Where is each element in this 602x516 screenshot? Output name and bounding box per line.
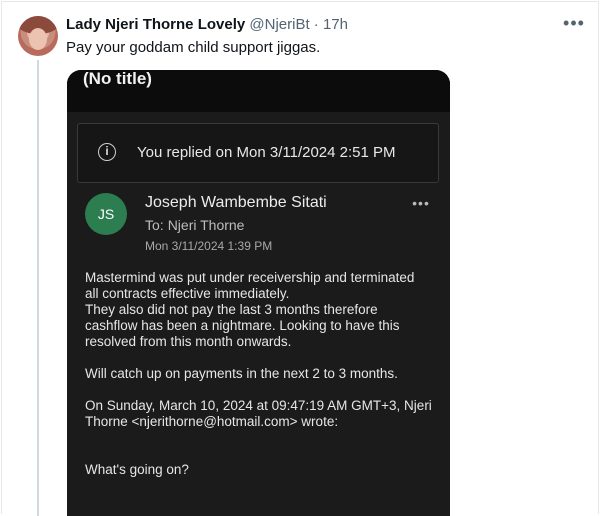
email-body-gap xyxy=(85,382,435,398)
sender-avatar: JS xyxy=(85,193,127,235)
tweet-header: Lady Njeri Thorne Lovely @NjeriBt · 17h xyxy=(66,16,348,34)
author-name[interactable]: Lady Njeri Thorne Lovely xyxy=(66,16,245,33)
info-icon: i xyxy=(98,143,116,161)
to-label: To: xyxy=(145,217,164,233)
tweet-text: Pay your goddam child support jiggas. xyxy=(66,39,321,56)
email-body-line: Mastermind was put under receivership an… xyxy=(85,270,415,285)
author-handle[interactable]: @NjeriBt xyxy=(249,16,309,33)
email-body-line: all contracts effective immediately. xyxy=(85,286,290,301)
email-body-gap xyxy=(85,430,435,446)
author-avatar[interactable] xyxy=(18,16,58,56)
email-title: (No title) xyxy=(83,70,152,88)
email-body-line: Will catch up on payments in the next 2 … xyxy=(85,366,398,381)
email-body-line: resolved from this month onwards. xyxy=(85,334,292,349)
header-separator: · xyxy=(313,16,319,33)
reply-notice-text: You replied on Mon 3/11/2024 2:51 PM xyxy=(137,144,396,161)
more-horizontal-icon[interactable]: ••• xyxy=(560,12,588,36)
message-more-icon: ••• xyxy=(412,195,430,211)
sent-date: Mon 3/11/2024 1:39 PM xyxy=(145,239,273,253)
reply-notice: i You replied on Mon 3/11/2024 2:51 PM xyxy=(77,123,439,183)
thread-line xyxy=(37,60,39,516)
email-body-gap xyxy=(85,350,435,366)
recipient-line: To: Njeri Thorne xyxy=(145,217,244,234)
email-body: Mastermind was put under receivership an… xyxy=(85,270,435,478)
tweet-time[interactable]: 17h xyxy=(323,16,348,33)
sender-name: Joseph Wambembe Sitati xyxy=(145,194,327,211)
email-body-line: On Sunday, March 10, 2024 at 09:47:19 AM… xyxy=(85,398,432,413)
recipient-name: Njeri Thorne xyxy=(167,217,245,233)
email-body-line: cashflow has been a nightmare. Looking t… xyxy=(85,318,400,333)
avatar-face xyxy=(29,28,47,50)
attached-screenshot[interactable]: (No title) i You replied on Mon 3/11/202… xyxy=(67,70,450,516)
email-body-line: Thorne <njerithorne@hotmail.com> wrote: xyxy=(85,414,339,429)
email-body-line: They also did not pay the last 3 months … xyxy=(85,302,378,317)
email-body-gap xyxy=(85,446,435,462)
email-body-line: What's going on? xyxy=(85,462,189,477)
